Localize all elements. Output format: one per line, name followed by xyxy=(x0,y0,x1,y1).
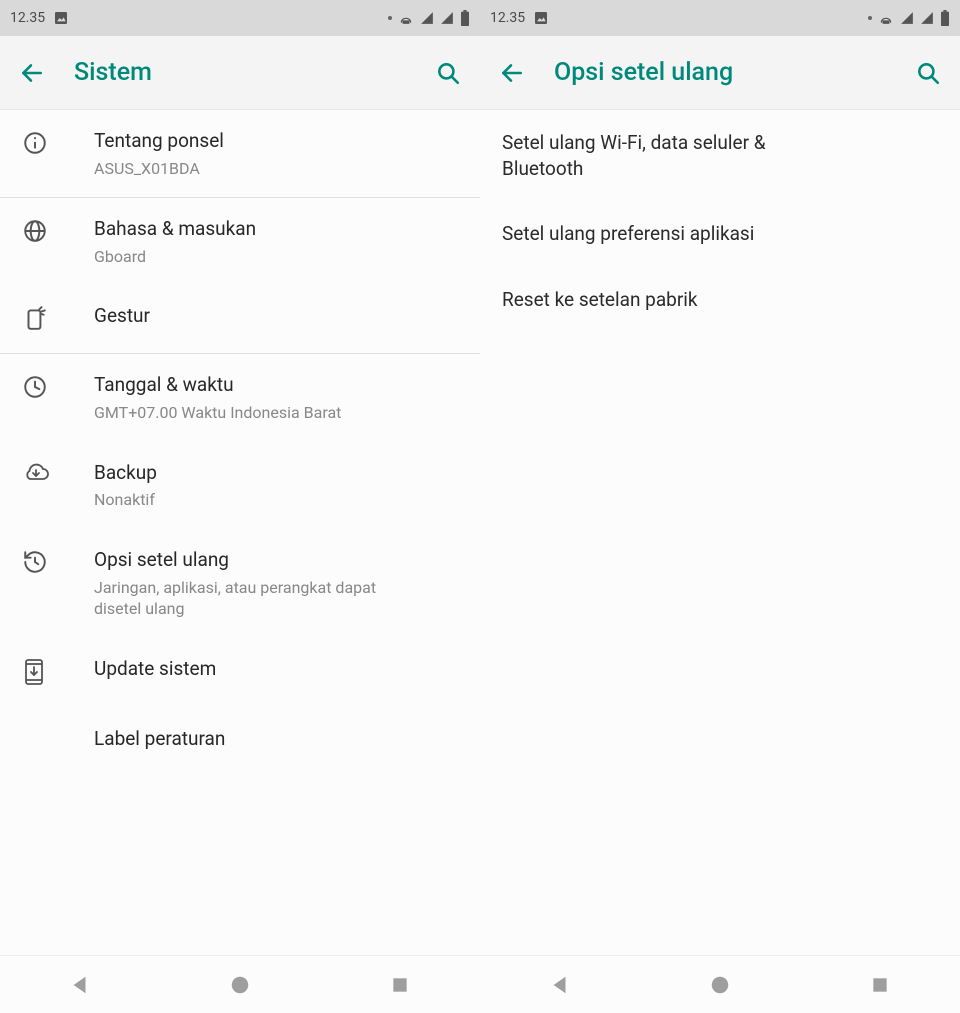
back-button[interactable] xyxy=(18,59,46,87)
cloud-download-icon xyxy=(22,462,50,488)
navigation-bar xyxy=(0,955,480,1013)
status-time: 12.35 xyxy=(490,10,525,26)
list-item-subtitle: ASUS_X01BDA xyxy=(94,158,462,180)
list-item-subtitle: Jaringan, aplikasi, atau perangkat dapat… xyxy=(94,577,424,620)
navigation-bar xyxy=(480,955,960,1013)
nav-home-button[interactable] xyxy=(161,974,319,996)
status-bar: 12.35 xyxy=(0,0,480,36)
clock-icon xyxy=(22,374,48,404)
nav-recent-button[interactable] xyxy=(801,975,959,995)
list-item-title: Tentang ponsel xyxy=(94,128,462,154)
list-item-language[interactable]: Bahasa & masukan Gboard xyxy=(0,198,480,285)
list-item-backup[interactable]: Backup Nonaktif xyxy=(0,442,480,529)
search-button[interactable] xyxy=(914,59,942,87)
battery-icon xyxy=(940,10,950,26)
list-item-factory-reset[interactable]: Reset ke setelan pabrik xyxy=(480,267,960,333)
gallery-icon xyxy=(53,10,69,26)
list-item-title: Setel ulang Wi-Fi, data seluler & Blueto… xyxy=(502,130,822,181)
system-update-icon xyxy=(22,658,46,690)
list-item-title: Label peraturan xyxy=(94,726,462,752)
list-item-title: Reset ke setelan pabrik xyxy=(502,287,938,313)
app-header: Opsi setel ulang xyxy=(480,36,960,110)
list-item-subtitle: Nonaktif xyxy=(94,489,462,511)
search-button[interactable] xyxy=(434,59,462,87)
list-item-reset-options[interactable]: Opsi setel ulang Jaringan, aplikasi, ata… xyxy=(0,529,480,638)
battery-icon xyxy=(460,10,470,26)
list-item-title: Gestur xyxy=(94,303,462,329)
list-item-gesture[interactable]: Gestur xyxy=(0,285,480,353)
back-button[interactable] xyxy=(498,59,526,87)
app-header: Sistem xyxy=(0,36,480,110)
list-item-title: Bahasa & masukan xyxy=(94,216,462,242)
list-item-system-update[interactable]: Update sistem xyxy=(0,638,480,708)
list-item-regulatory-label[interactable]: Label peraturan xyxy=(0,708,480,770)
dot-icon xyxy=(868,16,872,20)
page-title: Opsi setel ulang xyxy=(554,58,914,87)
list-item-about-phone[interactable]: Tentang ponsel ASUS_X01BDA xyxy=(0,110,480,197)
dot-icon xyxy=(388,16,392,20)
reset-options-list: Setel ulang Wi-Fi, data seluler & Blueto… xyxy=(480,110,960,955)
gesture-icon xyxy=(22,305,48,335)
signal-icon xyxy=(420,11,434,25)
list-item-reset-network[interactable]: Setel ulang Wi-Fi, data seluler & Blueto… xyxy=(480,110,960,201)
volte-icon xyxy=(878,11,894,25)
signal-icon xyxy=(920,11,934,25)
signal-icon xyxy=(440,11,454,25)
list-item-title: Backup xyxy=(94,460,462,486)
volte-icon xyxy=(398,11,414,25)
signal-icon xyxy=(900,11,914,25)
list-item-date-time[interactable]: Tanggal & waktu GMT+07.00 Waktu Indonesi… xyxy=(0,354,480,441)
nav-back-button[interactable] xyxy=(481,974,639,996)
status-bar: 12.35 xyxy=(480,0,960,36)
page-title: Sistem xyxy=(74,58,434,87)
globe-icon xyxy=(22,218,48,248)
info-icon xyxy=(22,130,48,160)
restore-icon xyxy=(22,549,48,579)
nav-back-button[interactable] xyxy=(1,974,159,996)
status-time: 12.35 xyxy=(10,10,45,26)
gallery-icon xyxy=(533,10,549,26)
list-item-title: Opsi setel ulang xyxy=(94,547,462,573)
nav-recent-button[interactable] xyxy=(321,975,479,995)
list-item-subtitle: Gboard xyxy=(94,246,462,268)
list-item-reset-app-prefs[interactable]: Setel ulang preferensi aplikasi xyxy=(480,201,960,267)
list-item-subtitle: GMT+07.00 Waktu Indonesia Barat xyxy=(94,402,462,424)
settings-list: Tentang ponsel ASUS_X01BDA Bahasa & masu… xyxy=(0,110,480,955)
list-item-title: Setel ulang preferensi aplikasi xyxy=(502,221,938,247)
list-item-title: Update sistem xyxy=(94,656,462,682)
list-item-title: Tanggal & waktu xyxy=(94,372,462,398)
nav-home-button[interactable] xyxy=(641,974,799,996)
